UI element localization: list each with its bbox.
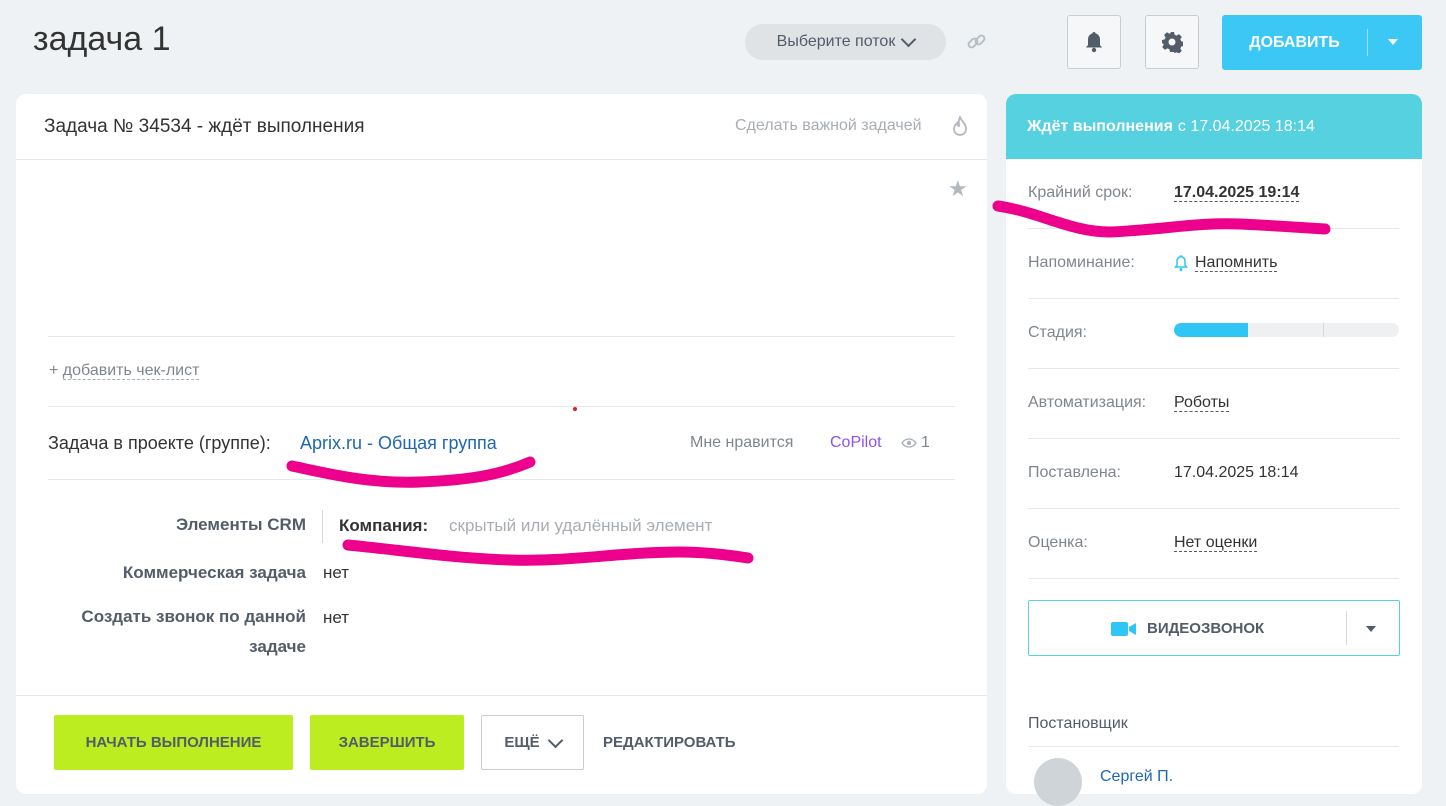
like-button[interactable]: Мне нравится (690, 434, 793, 452)
project-label: Задача в проекте (группе): (48, 433, 271, 453)
video-call-button[interactable]: ВИДЕОЗВОНОК (1028, 600, 1400, 656)
stage-progress-fill (1174, 323, 1249, 337)
call-label-line2: задаче (249, 637, 306, 656)
stage-tick (1323, 323, 1324, 337)
copilot-button[interactable]: CoPilot (830, 434, 882, 452)
project-divider (48, 479, 955, 480)
call-label-line1: Создать звонок по данной (81, 607, 306, 626)
notifications-button[interactable] (1067, 15, 1121, 69)
video-call-label: ВИДЕОЗВОНОК (1147, 620, 1265, 637)
header-divider (16, 159, 987, 160)
video-camera-icon (1111, 621, 1136, 636)
make-important-link[interactable]: Сделать важной задачей (735, 117, 922, 135)
crm-label: Элементы CRM (175, 515, 306, 534)
sidebar-divider (1028, 228, 1399, 229)
more-button[interactable]: ЕЩЁ (481, 715, 584, 770)
chevron-down-icon (547, 732, 563, 748)
status-label: Ждёт выполнения (1027, 117, 1173, 135)
commercial-value: нет (323, 563, 350, 582)
stage-label: Стадия: (1028, 324, 1087, 341)
avatar[interactable] (1034, 758, 1082, 806)
created-label: Поставлена: (1028, 464, 1121, 481)
sidebar-divider (1028, 746, 1399, 747)
add-checklist-label: добавить чек-лист (62, 362, 200, 380)
automation-label: Автоматизация: (1028, 394, 1147, 411)
commercial-label: Коммерческая задача (122, 563, 306, 582)
chevron-down-icon (901, 31, 917, 48)
caret-down-icon[interactable] (1366, 626, 1376, 632)
plus-icon: + (49, 362, 59, 379)
reminder-label: Напоминание: (1028, 254, 1135, 271)
stage-progress[interactable] (1174, 323, 1399, 337)
edit-button[interactable]: РЕДАКТИРОВАТЬ (603, 734, 736, 751)
project-link[interactable]: Aprix.ru - Общая группа (300, 433, 497, 454)
page-title: задача 1 (33, 20, 171, 58)
description-divider (48, 336, 955, 337)
reminder-bell-icon (1174, 255, 1188, 277)
creator-label: Постановщик (1028, 715, 1128, 732)
footer-divider (16, 695, 987, 696)
sidebar-divider (1028, 298, 1399, 299)
star-icon[interactable]: ★ (948, 176, 968, 202)
creator-name[interactable]: Сергей П. (1100, 768, 1173, 786)
more-button-label: ЕЩЁ (504, 734, 540, 751)
rating-label: Оценка: (1028, 534, 1088, 551)
crm-company-value[interactable]: скрытый или удалённый элемент (449, 516, 712, 536)
reminder-link[interactable]: Напомнить (1195, 254, 1278, 272)
views-count: 1 (921, 434, 930, 451)
bell-icon (1086, 32, 1102, 53)
sidebar-divider (1028, 508, 1399, 509)
call-value: нет (323, 608, 350, 627)
crm-company-label: Компания: (339, 516, 429, 535)
created-value: 17.04.2025 18:14 (1174, 464, 1299, 481)
video-call-divider (1346, 611, 1347, 645)
add-button-divider (1367, 29, 1368, 56)
add-button-label: ДОБАВИТЬ (1249, 33, 1340, 51)
start-button[interactable]: НАЧАТЬ ВЫПОЛНЕНИЕ (54, 715, 293, 770)
sidebar-divider (1028, 578, 1399, 579)
eye-icon (901, 438, 917, 448)
link-icon[interactable] (966, 32, 988, 52)
flow-select[interactable]: Выберите поток (745, 24, 946, 60)
views-counter: 1 (901, 434, 930, 452)
fire-icon[interactable] (951, 114, 969, 143)
deadline-value[interactable]: 17.04.2025 19:14 (1174, 184, 1300, 202)
red-dot (573, 407, 577, 411)
sidebar-divider (1028, 438, 1399, 439)
flow-select-label: Выберите поток (776, 33, 896, 50)
finish-button[interactable]: ЗАВЕРШИТЬ (310, 715, 464, 770)
deadline-label: Крайний срок: (1028, 184, 1133, 201)
add-checklist-link[interactable]: + добавить чек-лист (49, 362, 200, 380)
gear-icon (1162, 32, 1183, 53)
task-heading: Задача № 34534 - ждёт выполнения (44, 116, 365, 137)
checklist-divider (48, 406, 955, 407)
add-button[interactable]: ДОБАВИТЬ (1222, 15, 1422, 70)
caret-down-icon[interactable] (1388, 39, 1398, 45)
status-since: с 17.04.2025 18:14 (1177, 117, 1315, 135)
settings-button[interactable] (1145, 15, 1199, 69)
automation-link[interactable]: Роботы (1174, 394, 1230, 412)
rating-link[interactable]: Нет оценки (1174, 534, 1258, 552)
status-header: Ждёт выполнения с 17.04.2025 18:14 (1006, 94, 1422, 159)
crm-separator (322, 510, 323, 543)
sidebar-divider (1028, 368, 1399, 369)
